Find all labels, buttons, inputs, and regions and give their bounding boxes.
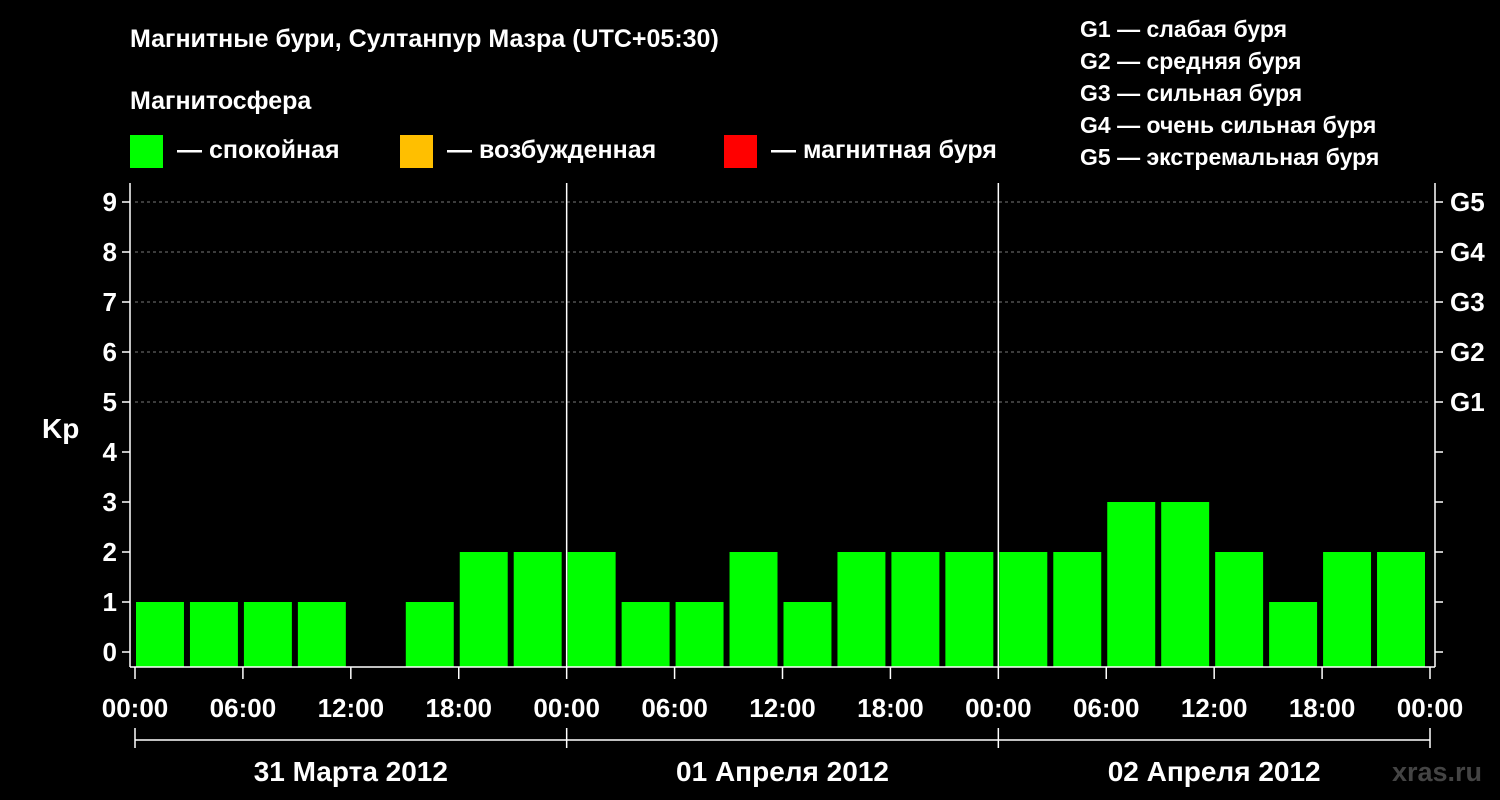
x-tick-label: 12:00	[1181, 693, 1248, 723]
storm-scale-list: G1 — слабая буря G2 — средняя буря G3 — …	[1080, 16, 1379, 170]
g-scale-label: G5	[1450, 187, 1485, 217]
day-label: 02 Апреля 2012	[1108, 756, 1321, 787]
x-tick-label: 00:00	[1397, 693, 1464, 723]
y-tick-label: 2	[103, 537, 117, 567]
kp-bar	[1053, 552, 1102, 667]
y-tick-label: 9	[103, 187, 117, 217]
storm-scale-g4: G4 — очень сильная буря	[1080, 112, 1376, 138]
kp-bar	[189, 602, 238, 667]
legend-swatch-quiet	[130, 135, 163, 168]
y-tick-label: 4	[103, 437, 118, 467]
day-label: 31 Марта 2012	[254, 756, 448, 787]
kp-bar	[243, 602, 292, 667]
kp-bar	[1377, 552, 1425, 667]
kp-chart: Магнитные бури, Султанпур Мазра (UTC+05:…	[42, 16, 1485, 787]
legend-label-storm: — магнитная буря	[771, 136, 997, 164]
x-tick-label: 06:00	[1073, 693, 1140, 723]
x-tick-label: 12:00	[749, 693, 816, 723]
g-scale-label: G3	[1450, 287, 1485, 317]
kp-bar	[945, 552, 994, 667]
y-tick-label: 1	[103, 587, 117, 617]
magnetosphere-label: Магнитосфера	[130, 87, 312, 115]
storm-scale-g2: G2 — средняя буря	[1080, 48, 1301, 74]
legend-label-disturbed: — возбужденная	[447, 136, 656, 164]
y-axis-label: Kp	[42, 413, 79, 444]
kp-bar	[1269, 602, 1318, 667]
kp-bar	[729, 552, 778, 667]
day-label: 01 Апреля 2012	[676, 756, 889, 787]
kp-bar	[136, 602, 184, 667]
x-tick-label: 12:00	[318, 693, 385, 723]
kp-bar	[675, 602, 724, 667]
kp-bar	[405, 602, 454, 667]
storm-scale-g1: G1 — слабая буря	[1080, 16, 1287, 42]
y-tick-label: 6	[103, 337, 117, 367]
y-tick-label: 7	[103, 287, 117, 317]
chart-title: Магнитные бури, Султанпур Мазра (UTC+05:…	[130, 25, 719, 53]
x-tick-label: 18:00	[426, 693, 493, 723]
storm-scale-g5: G5 — экстремальная буря	[1080, 144, 1379, 170]
x-tick-label: 06:00	[210, 693, 277, 723]
storm-scale-g3: G3 — сильная буря	[1080, 80, 1302, 106]
x-tick-label: 00:00	[965, 693, 1032, 723]
g-scale-label: G4	[1450, 237, 1485, 267]
kp-bar	[1215, 552, 1264, 667]
kp-bar	[1161, 502, 1210, 667]
kp-bar	[783, 602, 832, 667]
g-scale-label: G2	[1450, 337, 1485, 367]
grid-lines	[135, 201, 1430, 403]
x-tick-label: 06:00	[641, 693, 708, 723]
legend: — спокойная — возбужденная — магнитная б…	[130, 135, 997, 168]
legend-swatch-disturbed	[400, 135, 433, 168]
x-tick-label: 00:00	[102, 693, 169, 723]
x-tick-label: 18:00	[857, 693, 924, 723]
kp-bar	[1107, 502, 1156, 667]
kp-bar	[621, 602, 670, 667]
kp-bar	[513, 552, 562, 667]
watermark: xras.ru	[1392, 757, 1482, 787]
kp-bar	[1323, 552, 1372, 667]
kp-bar	[567, 552, 616, 667]
y-tick-label: 0	[103, 637, 117, 667]
legend-swatch-storm	[724, 135, 757, 168]
kp-bar	[459, 552, 508, 667]
kp-bar	[837, 552, 886, 667]
y-tick-label: 5	[103, 387, 117, 417]
kp-bar	[297, 602, 346, 667]
y-tick-label: 3	[103, 487, 117, 517]
legend-label-quiet: — спокойная	[177, 136, 340, 164]
g-scale-label: G1	[1450, 387, 1485, 417]
x-tick-label: 18:00	[1289, 693, 1356, 723]
y-tick-label: 8	[103, 237, 117, 267]
bars	[136, 502, 1425, 667]
kp-bar	[999, 552, 1048, 667]
axis-labels: 0 1 2 3 4 5 6 7 8 9 G1 G2 G3 G4 G5 00:00 06:00 12:00 18:00…	[102, 187, 1485, 787]
x-tick-label: 00:00	[533, 693, 600, 723]
kp-bar	[891, 552, 940, 667]
